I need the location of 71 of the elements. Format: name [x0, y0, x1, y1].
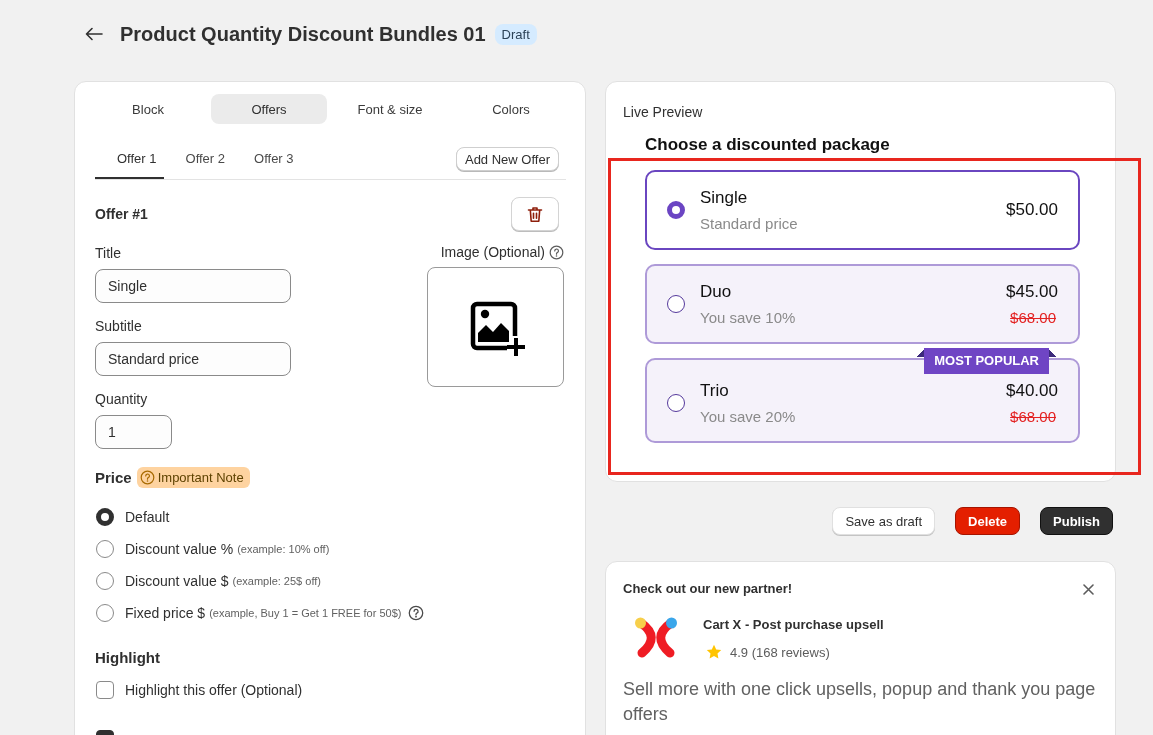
back-arrow-icon[interactable]: [85, 27, 103, 41]
checkbox-label: Highlight this offer (Optional): [125, 682, 303, 698]
partner-heading: Check out our new partner!: [623, 580, 793, 598]
note-label: Important Note: [157, 470, 244, 485]
offer-title: Duo: [700, 280, 732, 303]
partner-description: Sell more with one click upsells, popup and thank you page offers: [623, 678, 1097, 726]
option-label: Discount value $: [125, 573, 229, 589]
radio-button[interactable]: [667, 295, 685, 313]
settings-tab[interactable]: Offers: [211, 94, 327, 124]
section-heading: Highlight: [95, 648, 160, 668]
field-label: Image (Optional): [440, 243, 545, 262]
field-label: Subtitle: [95, 317, 143, 336]
text-field[interactable]: Standard price: [95, 342, 291, 376]
offer-tab[interactable]: Offer 1: [95, 145, 164, 179]
offer-tab[interactable]: Offer 3: [232, 145, 301, 179]
text-field[interactable]: Single: [95, 269, 291, 303]
offer-title: Single: [700, 186, 748, 209]
option-label: Discount value %: [125, 541, 234, 557]
radio-button[interactable]: [667, 394, 685, 412]
close-icon[interactable]: [1083, 583, 1094, 595]
radio-button[interactable]: [96, 508, 114, 526]
star-icon: [706, 644, 722, 660]
offer-tab[interactable]: Offer 2: [163, 145, 233, 179]
radio-button[interactable]: [96, 540, 114, 558]
save-draft-button[interactable]: Save as draft: [832, 507, 935, 535]
add-offer-button[interactable]: Add New Offer: [455, 147, 559, 171]
field-label: Title: [95, 244, 122, 263]
offer-subtitle: Standard price: [700, 213, 798, 234]
note-badge[interactable]: Important Note: [136, 467, 250, 488]
publish-button[interactable]: Publish: [1040, 507, 1113, 535]
compare-price: $68.00: [1010, 307, 1056, 328]
offer-heading: Offer #1: [95, 206, 148, 222]
option-label: Default: [125, 509, 170, 525]
field-label: Quantity: [95, 390, 149, 409]
image-add-icon: [468, 300, 527, 358]
offer-price: $50.00: [1006, 199, 1058, 221]
radio-button[interactable]: [667, 201, 685, 219]
offer-subtitle: You save 20%: [700, 406, 796, 427]
option-label: Fixed price $: [125, 605, 206, 621]
image-upload-area[interactable]: [427, 267, 564, 387]
delete-button[interactable]: Delete: [955, 507, 1021, 535]
option-hint: (example: 10% off): [237, 543, 330, 555]
settings-tab[interactable]: Block: [90, 94, 206, 124]
help-icon[interactable]: [408, 605, 425, 621]
offer-price: $45.00: [1006, 280, 1058, 303]
preview-heading: Choose a discounted package: [645, 135, 890, 155]
offer-option-card[interactable]: Duo You save 10% $45.00 $68.00: [645, 264, 1080, 344]
offer-option-card[interactable]: Single Standard price $50.00: [645, 170, 1080, 250]
option-hint: (example, Buy 1 = Get 1 FREE for 50$): [209, 607, 402, 619]
offer-title: Trio: [700, 379, 729, 402]
app-name[interactable]: Cart X - Post purchase upsell: [703, 616, 884, 634]
help-icon[interactable]: [549, 244, 564, 260]
delete-offer-button[interactable]: [511, 197, 559, 231]
ribbon-label: MOST POPULAR: [917, 348, 1056, 374]
status-badge: Draft: [494, 23, 537, 45]
app-logo: [633, 616, 679, 660]
offer-subtitle: You save 10%: [700, 307, 796, 328]
checkbox[interactable]: [96, 681, 114, 699]
number-field[interactable]: 1: [95, 415, 172, 449]
radio-button[interactable]: [96, 604, 114, 622]
rating-text: 4.9 (168 reviews): [730, 644, 830, 660]
price-label: Price: [95, 469, 132, 486]
page-title: Product Quantity Discount Bundles 01: [120, 22, 486, 46]
trash-icon: [527, 205, 543, 223]
radio-button[interactable]: [96, 572, 114, 590]
option-hint: (example: 25$ off): [232, 575, 321, 587]
compare-price: $68.00: [1010, 406, 1056, 427]
offer-price: $40.00: [1006, 379, 1058, 402]
preview-title: Live Preview: [623, 103, 704, 122]
settings-tab[interactable]: Font & size: [332, 94, 448, 124]
settings-tab[interactable]: Colors: [453, 94, 569, 124]
